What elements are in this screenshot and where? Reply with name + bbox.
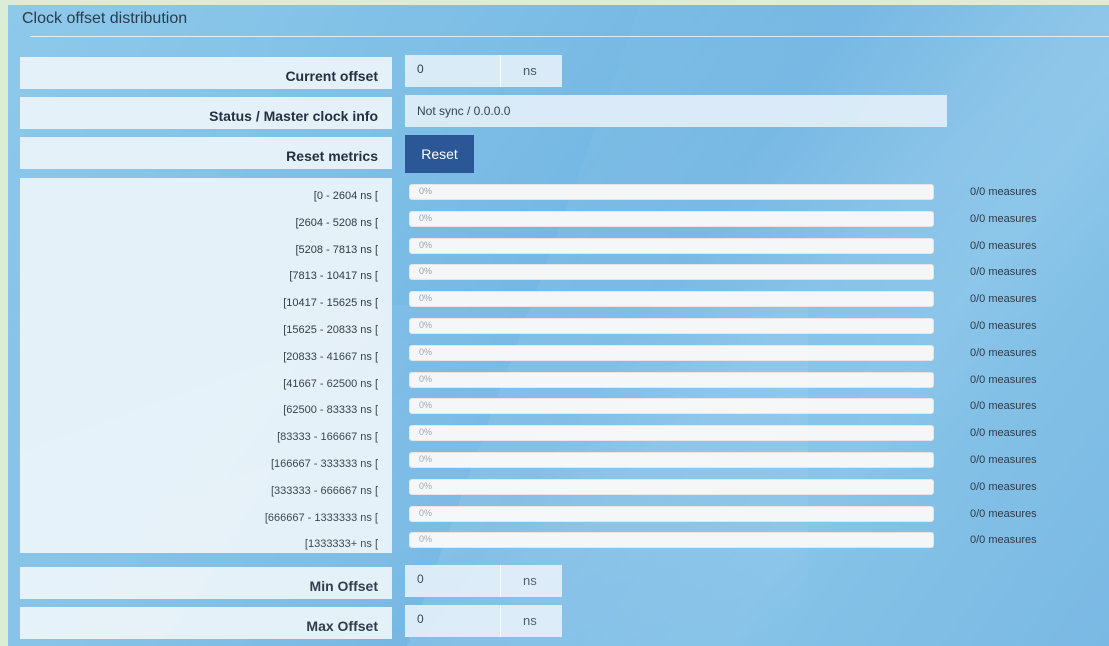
min-offset-unit: ns	[523, 573, 537, 588]
field-divider	[500, 605, 501, 637]
progress-percent: 0%	[419, 186, 433, 196]
progress-bar: 0%	[409, 425, 934, 441]
current-offset-label: Current offset	[20, 57, 392, 89]
progress-bar: 0%	[409, 184, 934, 200]
reset-button[interactable]: Reset	[405, 135, 474, 173]
progress-percent: 0%	[419, 454, 433, 464]
measures-count: 0/0 measures	[970, 508, 1037, 520]
progress-percent: 0%	[419, 427, 433, 437]
range-label: [41667 - 62500 ns [	[283, 378, 378, 390]
measures-count: 0/0 measures	[970, 240, 1037, 252]
progress-bar: 0%	[409, 238, 934, 254]
range-label: [166667 - 333333 ns [	[270, 458, 378, 470]
measures-count: 0/0 measures	[970, 427, 1037, 439]
progress-percent: 0%	[419, 374, 433, 384]
measures-count: 0/0 measures	[970, 347, 1037, 359]
measures-count: 0/0 measures	[970, 534, 1037, 546]
measures-count: 0/0 measures	[970, 266, 1037, 278]
progress-bar: 0%	[409, 291, 934, 307]
panel-title: Clock offset distribution	[22, 10, 188, 27]
measures-count: 0/0 measures	[970, 186, 1037, 198]
progress-percent: 0%	[419, 213, 433, 223]
progress-bar: 0%	[409, 345, 934, 361]
range-label: [5208 - 7813 ns [	[295, 244, 378, 256]
max-offset-value: 0	[417, 612, 424, 626]
measures-count: 0/0 measures	[970, 213, 1037, 225]
progress-bar: 0%	[409, 318, 934, 334]
range-label: [83333 - 166667 ns [	[277, 431, 378, 443]
progress-percent: 0%	[419, 293, 433, 303]
current-offset-field: 0 ns	[405, 55, 562, 87]
field-divider	[500, 55, 501, 87]
progress-percent: 0%	[419, 508, 433, 518]
max-offset-field: 0 ns	[405, 605, 562, 637]
min-offset-field: 0 ns	[405, 565, 562, 597]
progress-bar: 0%	[409, 532, 934, 548]
range-label: [2604 - 5208 ns [	[295, 217, 378, 229]
max-offset-unit: ns	[523, 613, 537, 628]
progress-percent: 0%	[419, 240, 433, 250]
progress-percent: 0%	[419, 400, 433, 410]
range-label: [62500 - 83333 ns [	[283, 404, 378, 416]
measures-count: 0/0 measures	[970, 481, 1037, 493]
range-label: [15625 - 20833 ns [	[283, 324, 378, 336]
measures-count: 0/0 measures	[970, 454, 1037, 466]
clock-offset-panel: Clock offset distribution Current offset…	[8, 5, 1109, 646]
range-labels-panel	[20, 178, 392, 553]
progress-bar: 0%	[409, 211, 934, 227]
range-label: [10417 - 15625 ns [	[283, 297, 378, 309]
status-value: Not sync / 0.0.0.0	[405, 95, 947, 127]
measures-count: 0/0 measures	[970, 400, 1037, 412]
progress-bar: 0%	[409, 398, 934, 414]
progress-bar: 0%	[409, 479, 934, 495]
reset-metrics-label: Reset metrics	[20, 137, 392, 169]
measures-count: 0/0 measures	[970, 293, 1037, 305]
range-label: [0 - 2604 ns [	[313, 190, 378, 202]
max-offset-label: Max Offset	[20, 607, 392, 639]
range-label: [7813 - 10417 ns [	[289, 270, 378, 282]
min-offset-value: 0	[417, 572, 424, 586]
progress-bar: 0%	[409, 452, 934, 468]
progress-percent: 0%	[419, 320, 433, 330]
current-offset-value: 0	[417, 62, 424, 76]
range-label: [1333333+ ns [	[304, 538, 378, 550]
measures-count: 0/0 measures	[970, 374, 1037, 386]
progress-percent: 0%	[419, 534, 433, 544]
min-offset-label: Min Offset	[20, 567, 392, 599]
range-label: [333333 - 666667 ns [	[270, 485, 378, 497]
progress-percent: 0%	[419, 481, 433, 491]
progress-percent: 0%	[419, 347, 433, 357]
range-label: [666667 - 1333333 ns [	[264, 512, 378, 524]
title-divider	[30, 36, 1109, 37]
current-offset-unit: ns	[523, 63, 537, 78]
measures-count: 0/0 measures	[970, 320, 1037, 332]
progress-bar: 0%	[409, 372, 934, 388]
range-label: [20833 - 41667 ns [	[283, 351, 378, 363]
status-label: Status / Master clock info	[20, 97, 392, 129]
progress-bar: 0%	[409, 264, 934, 280]
field-divider	[500, 565, 501, 597]
progress-bar: 0%	[409, 506, 934, 522]
progress-percent: 0%	[419, 266, 433, 276]
